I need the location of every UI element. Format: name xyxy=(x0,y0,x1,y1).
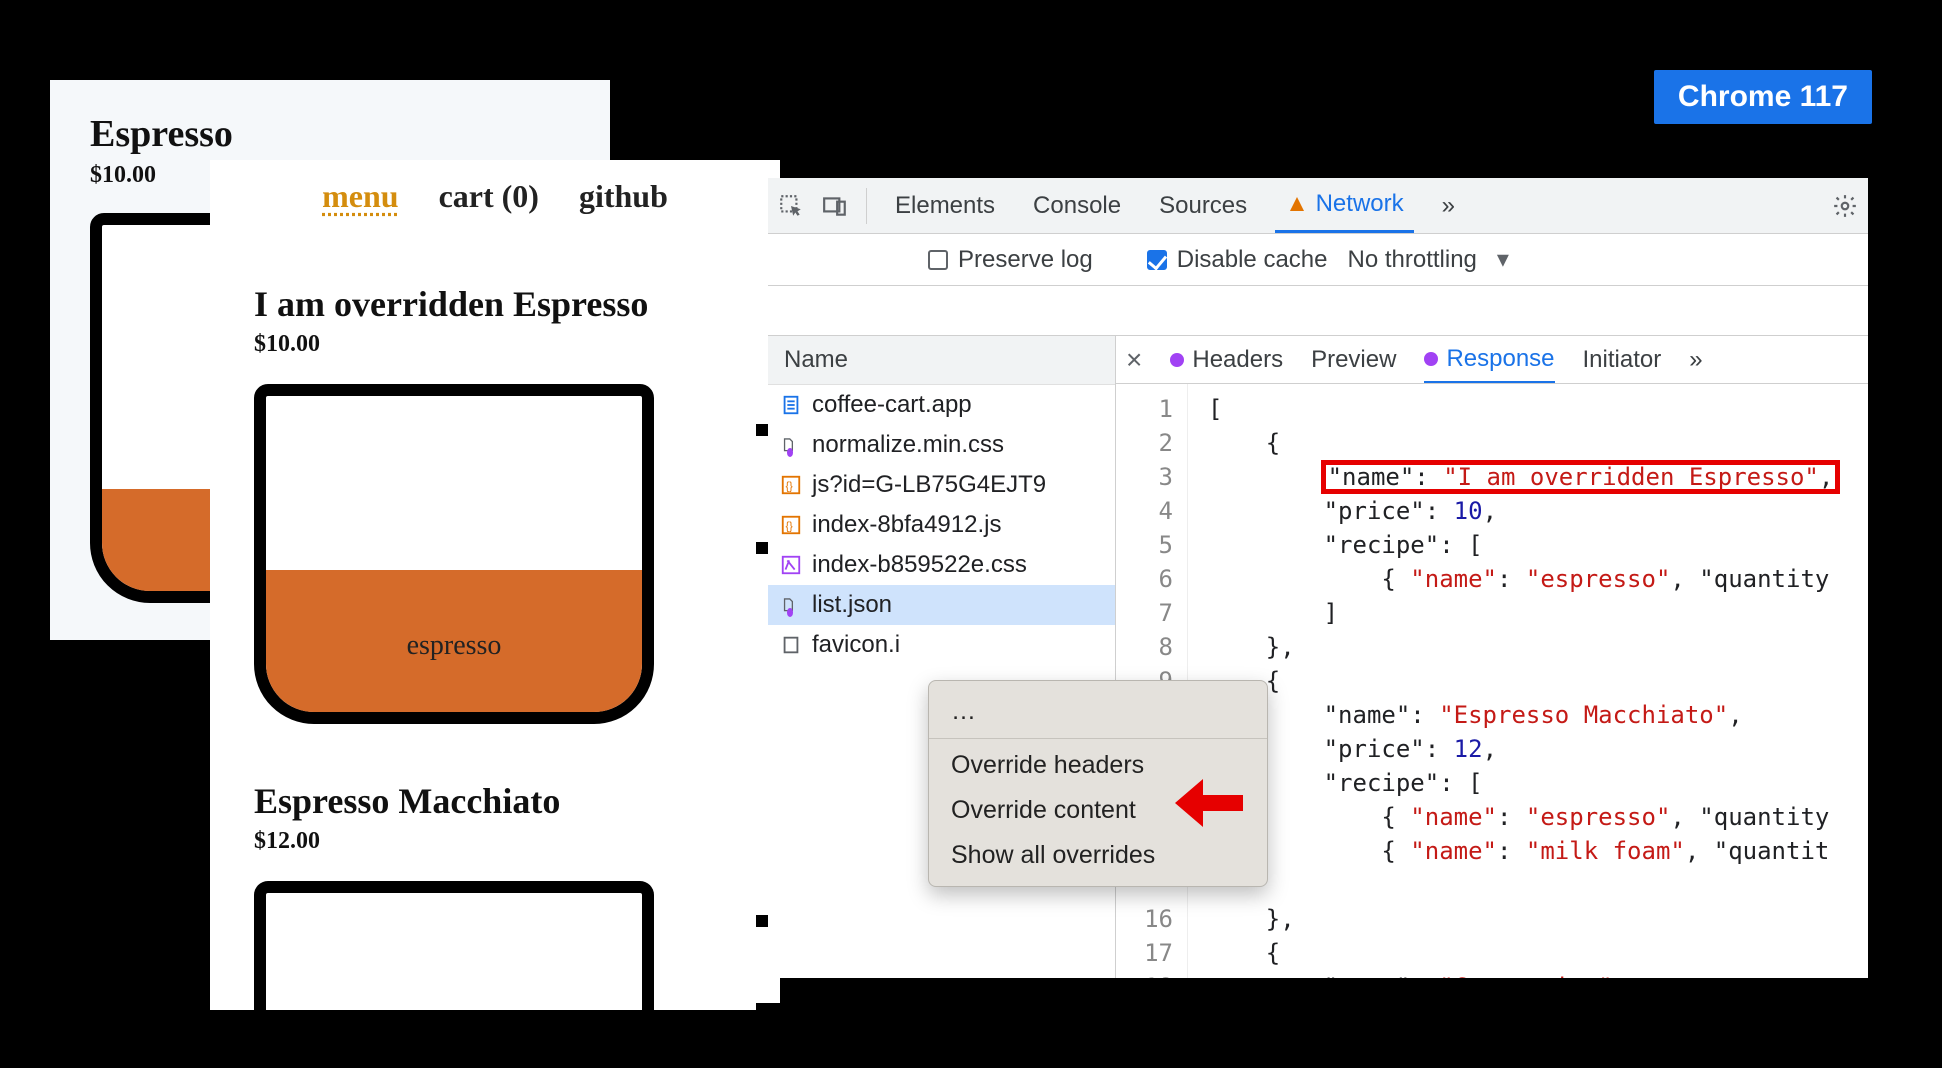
js-icon: {} xyxy=(780,514,802,536)
tab-response[interactable]: Response xyxy=(1424,336,1554,383)
chrome-version-badge: Chrome 117 xyxy=(1654,70,1872,124)
device-toggle-icon[interactable] xyxy=(822,193,848,219)
document-icon xyxy=(780,394,802,416)
file-row-selected[interactable]: list.json xyxy=(768,585,1115,625)
js-icon: {} xyxy=(780,474,802,496)
tab-more[interactable]: » xyxy=(1689,346,1702,374)
file-row[interactable]: index-b859522e.css xyxy=(768,545,1115,585)
arrow-annotation-icon xyxy=(1175,775,1243,831)
product-title: Espresso xyxy=(90,112,570,156)
nav-menu[interactable]: menu xyxy=(322,178,398,215)
settings-gear-icon[interactable] xyxy=(1832,193,1858,219)
file-row[interactable]: {}js?id=G-LB75G4EJT9 xyxy=(768,465,1115,505)
disable-cache-checkbox[interactable]: Disable cache xyxy=(1147,246,1328,274)
product-title-2: Espresso Macchiato xyxy=(254,780,780,822)
ctx-more[interactable]: … xyxy=(929,689,1267,734)
detail-tabs: × Headers Preview Response Initiator » xyxy=(1116,336,1868,384)
css-icon xyxy=(780,554,802,576)
svg-text:{}: {} xyxy=(786,481,794,493)
override-icon xyxy=(780,434,802,456)
file-row[interactable]: favicon.i xyxy=(768,625,1115,665)
code-body[interactable]: [ { "name": "I am overridden Espresso", … xyxy=(1188,384,1868,978)
chevron-down-icon[interactable]: ▾ xyxy=(1497,245,1509,274)
preserve-log-checkbox[interactable]: Preserve log xyxy=(928,246,1093,274)
network-toolbar-2 xyxy=(768,286,1868,336)
tab-network[interactable]: ▲ Network xyxy=(1275,178,1413,233)
ctx-show-overrides[interactable]: Show all overrides xyxy=(929,833,1267,878)
inspect-icon[interactable] xyxy=(778,193,804,219)
name-column-header[interactable]: Name xyxy=(768,336,1115,385)
app-nav: menu cart (0) github xyxy=(210,160,780,243)
throttling-select[interactable]: No throttling xyxy=(1347,246,1476,274)
divider xyxy=(866,188,867,224)
cup-label: espresso xyxy=(266,630,642,662)
product-price-2: $12.00 xyxy=(254,828,780,855)
tab-more[interactable]: » xyxy=(1432,178,1465,233)
tab-console[interactable]: Console xyxy=(1023,178,1131,233)
override-icon xyxy=(780,594,802,616)
close-icon[interactable]: × xyxy=(1126,344,1142,376)
tab-initiator[interactable]: Initiator xyxy=(1583,346,1662,374)
cup-illustration-2[interactable] xyxy=(254,881,780,1010)
devtools-main-toolbar: Elements Console Sources ▲ Network » xyxy=(768,178,1868,234)
cup-illustration-front[interactable]: espresso xyxy=(254,384,780,724)
tab-headers[interactable]: Headers xyxy=(1170,346,1283,374)
nav-github[interactable]: github xyxy=(579,178,668,215)
tab-sources[interactable]: Sources xyxy=(1149,178,1257,233)
divider xyxy=(929,738,1267,739)
nav-cart[interactable]: cart (0) xyxy=(439,178,539,215)
file-icon xyxy=(780,634,802,656)
file-row[interactable]: normalize.min.css xyxy=(768,425,1115,465)
product-price-1: $10.00 xyxy=(254,331,780,358)
file-row[interactable]: {}index-8bfa4912.js xyxy=(768,505,1115,545)
tab-preview[interactable]: Preview xyxy=(1311,346,1396,374)
tab-elements[interactable]: Elements xyxy=(885,178,1005,233)
warning-icon: ▲ xyxy=(1285,190,1309,218)
svg-text:{}: {} xyxy=(786,521,794,533)
app-window-front: menu cart (0) github I am overridden Esp… xyxy=(210,160,780,1010)
product-title-overridden: I am overridden Espresso xyxy=(254,283,780,325)
network-toolbar: Preserve log Disable cache No throttling… xyxy=(768,234,1868,286)
file-row[interactable]: coffee-cart.app xyxy=(768,385,1115,425)
